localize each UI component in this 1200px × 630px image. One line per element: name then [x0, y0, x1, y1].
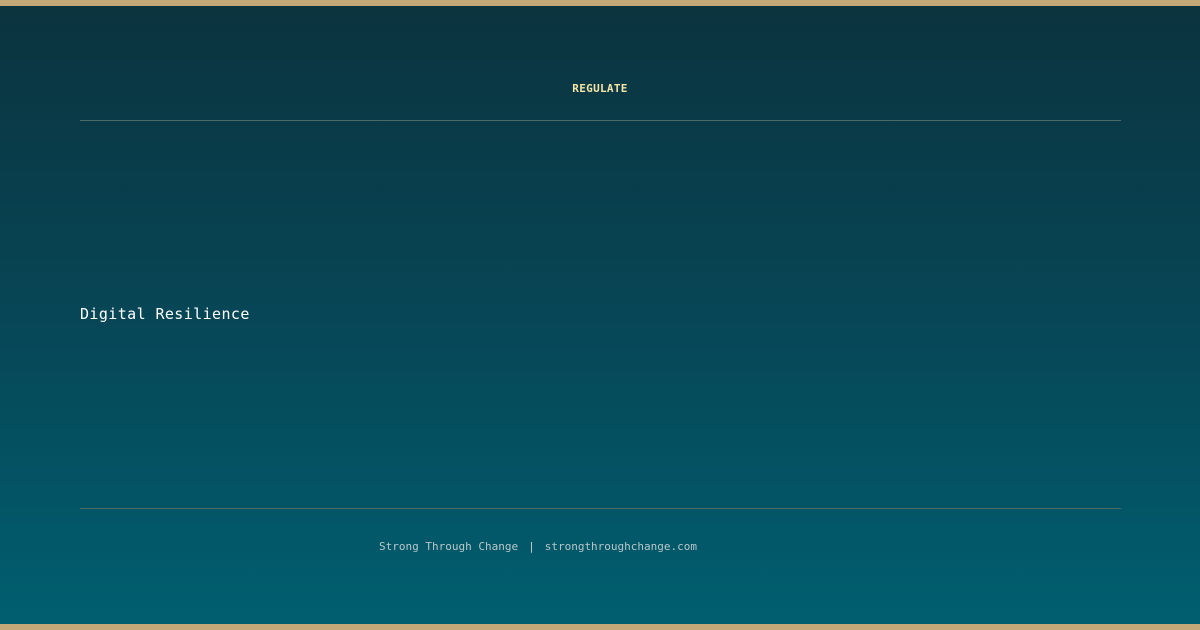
footer: Strong Through Change | strongthroughchang… — [379, 540, 697, 553]
footer-brand: Strong Through Change — [379, 540, 519, 553]
top-accent-border — [0, 0, 1200, 6]
bottom-accent-border — [0, 624, 1200, 630]
page-title: Digital Resilience — [80, 305, 250, 323]
footer-separator: | — [528, 540, 535, 553]
category-label: REGULATE — [572, 82, 628, 95]
bottom-divider — [80, 508, 1121, 509]
top-divider — [80, 120, 1121, 121]
footer-url: strongthroughchange.com — [544, 540, 698, 553]
